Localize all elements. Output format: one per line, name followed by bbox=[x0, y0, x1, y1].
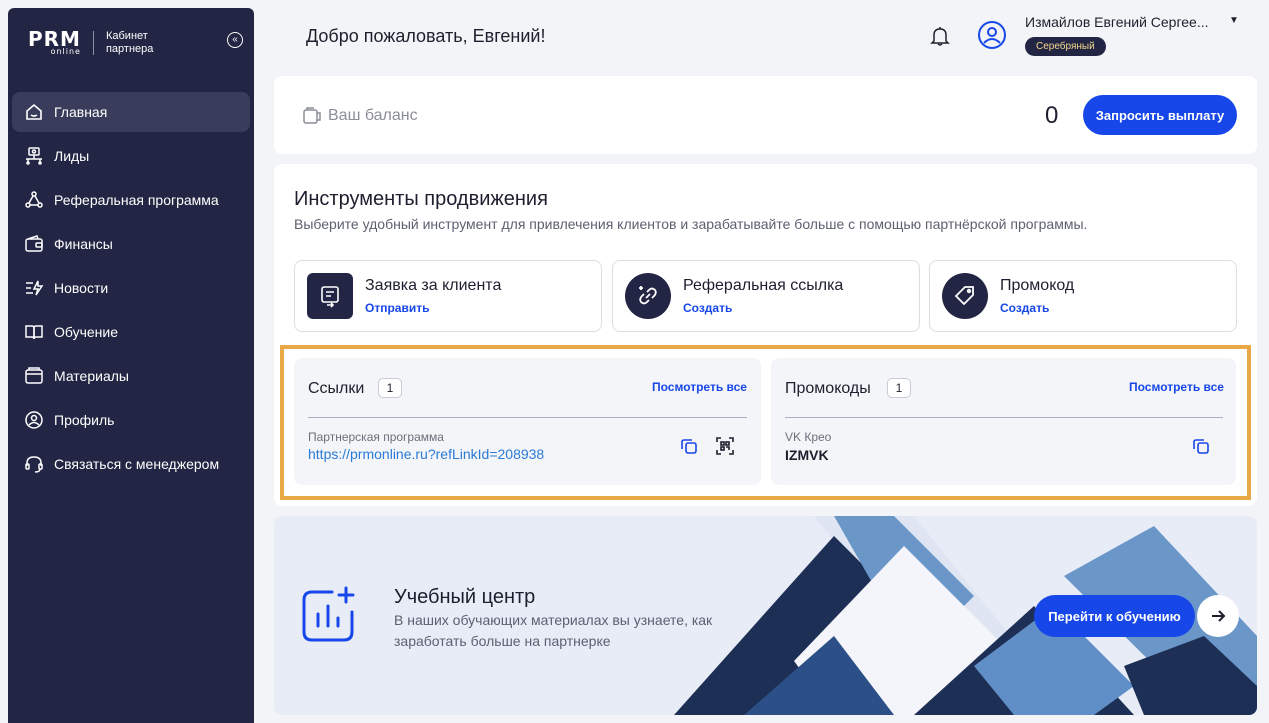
bell-icon[interactable] bbox=[929, 25, 951, 47]
leads-icon bbox=[26, 147, 42, 165]
collapse-sidebar-icon[interactable]: « bbox=[227, 32, 243, 48]
education-text: В наших обучающих материалах вы узнаете,… bbox=[394, 612, 713, 649]
form-icon bbox=[307, 273, 353, 319]
tool-name: Заявка за клиента bbox=[365, 277, 502, 294]
wallet-icon bbox=[303, 107, 321, 124]
balance-card: Ваш баланс 0 Запросить выплату bbox=[274, 76, 1257, 154]
news-icon bbox=[26, 280, 44, 296]
balance-label: Ваш баланс bbox=[328, 107, 418, 124]
sidebar-item-label: Реферальная программа bbox=[54, 192, 219, 208]
wallet-icon bbox=[25, 235, 43, 252]
sidebar-item-label: Главная bbox=[54, 104, 108, 120]
user-name[interactable]: Измайлов Евгений Сергее... bbox=[1025, 14, 1209, 30]
sidebar-item-profile[interactable]: Профиль bbox=[12, 400, 250, 440]
chart-add-icon bbox=[302, 586, 355, 642]
tag-icon bbox=[942, 273, 988, 319]
page-title: Добро пожаловать, Евгений! bbox=[306, 26, 546, 46]
sidebar-item-leads[interactable]: Лиды bbox=[12, 136, 250, 176]
logo-subtitle-line1: Кабинет bbox=[105, 30, 148, 42]
link-add-icon bbox=[625, 273, 671, 319]
home-icon bbox=[26, 103, 42, 120]
tool-referral-link[interactable]: Реферальная ссылка Создать bbox=[612, 260, 920, 332]
education-banner: Учебный центр В наших обучающих материал… bbox=[274, 516, 1257, 715]
tool-action-link[interactable]: Создать bbox=[1000, 301, 1049, 315]
sidebar-item-contact-manager[interactable]: Связаться с менеджером bbox=[12, 444, 250, 484]
sidebar-item-label: Связаться с менеджером bbox=[54, 456, 220, 472]
chevron-down-icon[interactable]: ▼ bbox=[1229, 15, 1239, 26]
folder-icon bbox=[25, 367, 43, 384]
logo[interactable]: PRM online Кабинет партнера bbox=[28, 29, 153, 56]
tool-client-request[interactable]: Заявка за клиента Отправить bbox=[294, 260, 602, 332]
logo-mark: PRM online bbox=[28, 29, 81, 56]
arrow-right-icon[interactable] bbox=[1197, 595, 1239, 637]
sidebar-nav: Главная Лиды Реферальная программа Финан… bbox=[12, 92, 250, 488]
book-icon bbox=[25, 325, 43, 340]
request-payout-button[interactable]: Запросить выплату bbox=[1083, 95, 1237, 135]
avatar[interactable] bbox=[977, 20, 1007, 50]
sidebar-item-home[interactable]: Главная bbox=[12, 92, 250, 132]
sidebar-item-label: Профиль bbox=[54, 412, 115, 428]
highlight-frame bbox=[280, 345, 1251, 500]
sidebar-item-label: Обучение bbox=[54, 324, 119, 340]
tool-action-link[interactable]: Отправить bbox=[365, 301, 429, 315]
sidebar: PRM online Кабинет партнера « Главная Ли… bbox=[8, 8, 254, 723]
tool-promocode[interactable]: Промокод Создать bbox=[929, 260, 1237, 332]
sidebar-item-label: Новости bbox=[54, 280, 109, 296]
tools-title: Инструменты продвижения bbox=[294, 188, 548, 210]
profile-icon bbox=[25, 411, 43, 429]
go-to-learning-button[interactable]: Перейти к обучению bbox=[1034, 595, 1195, 637]
sidebar-item-label: Финансы bbox=[54, 236, 113, 252]
sidebar-item-learning[interactable]: Обучение bbox=[12, 312, 250, 352]
sidebar-item-label: Лиды bbox=[54, 148, 90, 164]
education-title: Учебный центр bbox=[394, 586, 536, 608]
logo-subtitle: Кабинет партнера bbox=[106, 30, 153, 56]
tool-name: Реферальная ссылка bbox=[683, 277, 844, 294]
tools-subtitle: Выберите удобный инструмент для привлече… bbox=[294, 216, 1088, 232]
headset-icon bbox=[25, 456, 43, 473]
referral-icon bbox=[25, 191, 43, 208]
sidebar-item-referral[interactable]: Реферальная программа bbox=[12, 180, 250, 220]
logo-subtitle-line2: партнера bbox=[105, 43, 154, 55]
tool-action-link[interactable]: Создать bbox=[683, 301, 732, 315]
sidebar-item-finance[interactable]: Финансы bbox=[12, 224, 250, 264]
sidebar-item-news[interactable]: Новости bbox=[12, 268, 250, 308]
tool-name: Промокод bbox=[1000, 277, 1075, 294]
sidebar-item-materials[interactable]: Материалы bbox=[12, 356, 250, 396]
balance-value: 0 bbox=[1045, 102, 1059, 129]
logo-divider bbox=[92, 31, 94, 55]
sidebar-item-label: Материалы bbox=[54, 368, 129, 384]
status-badge: Серебряный bbox=[1025, 37, 1106, 56]
